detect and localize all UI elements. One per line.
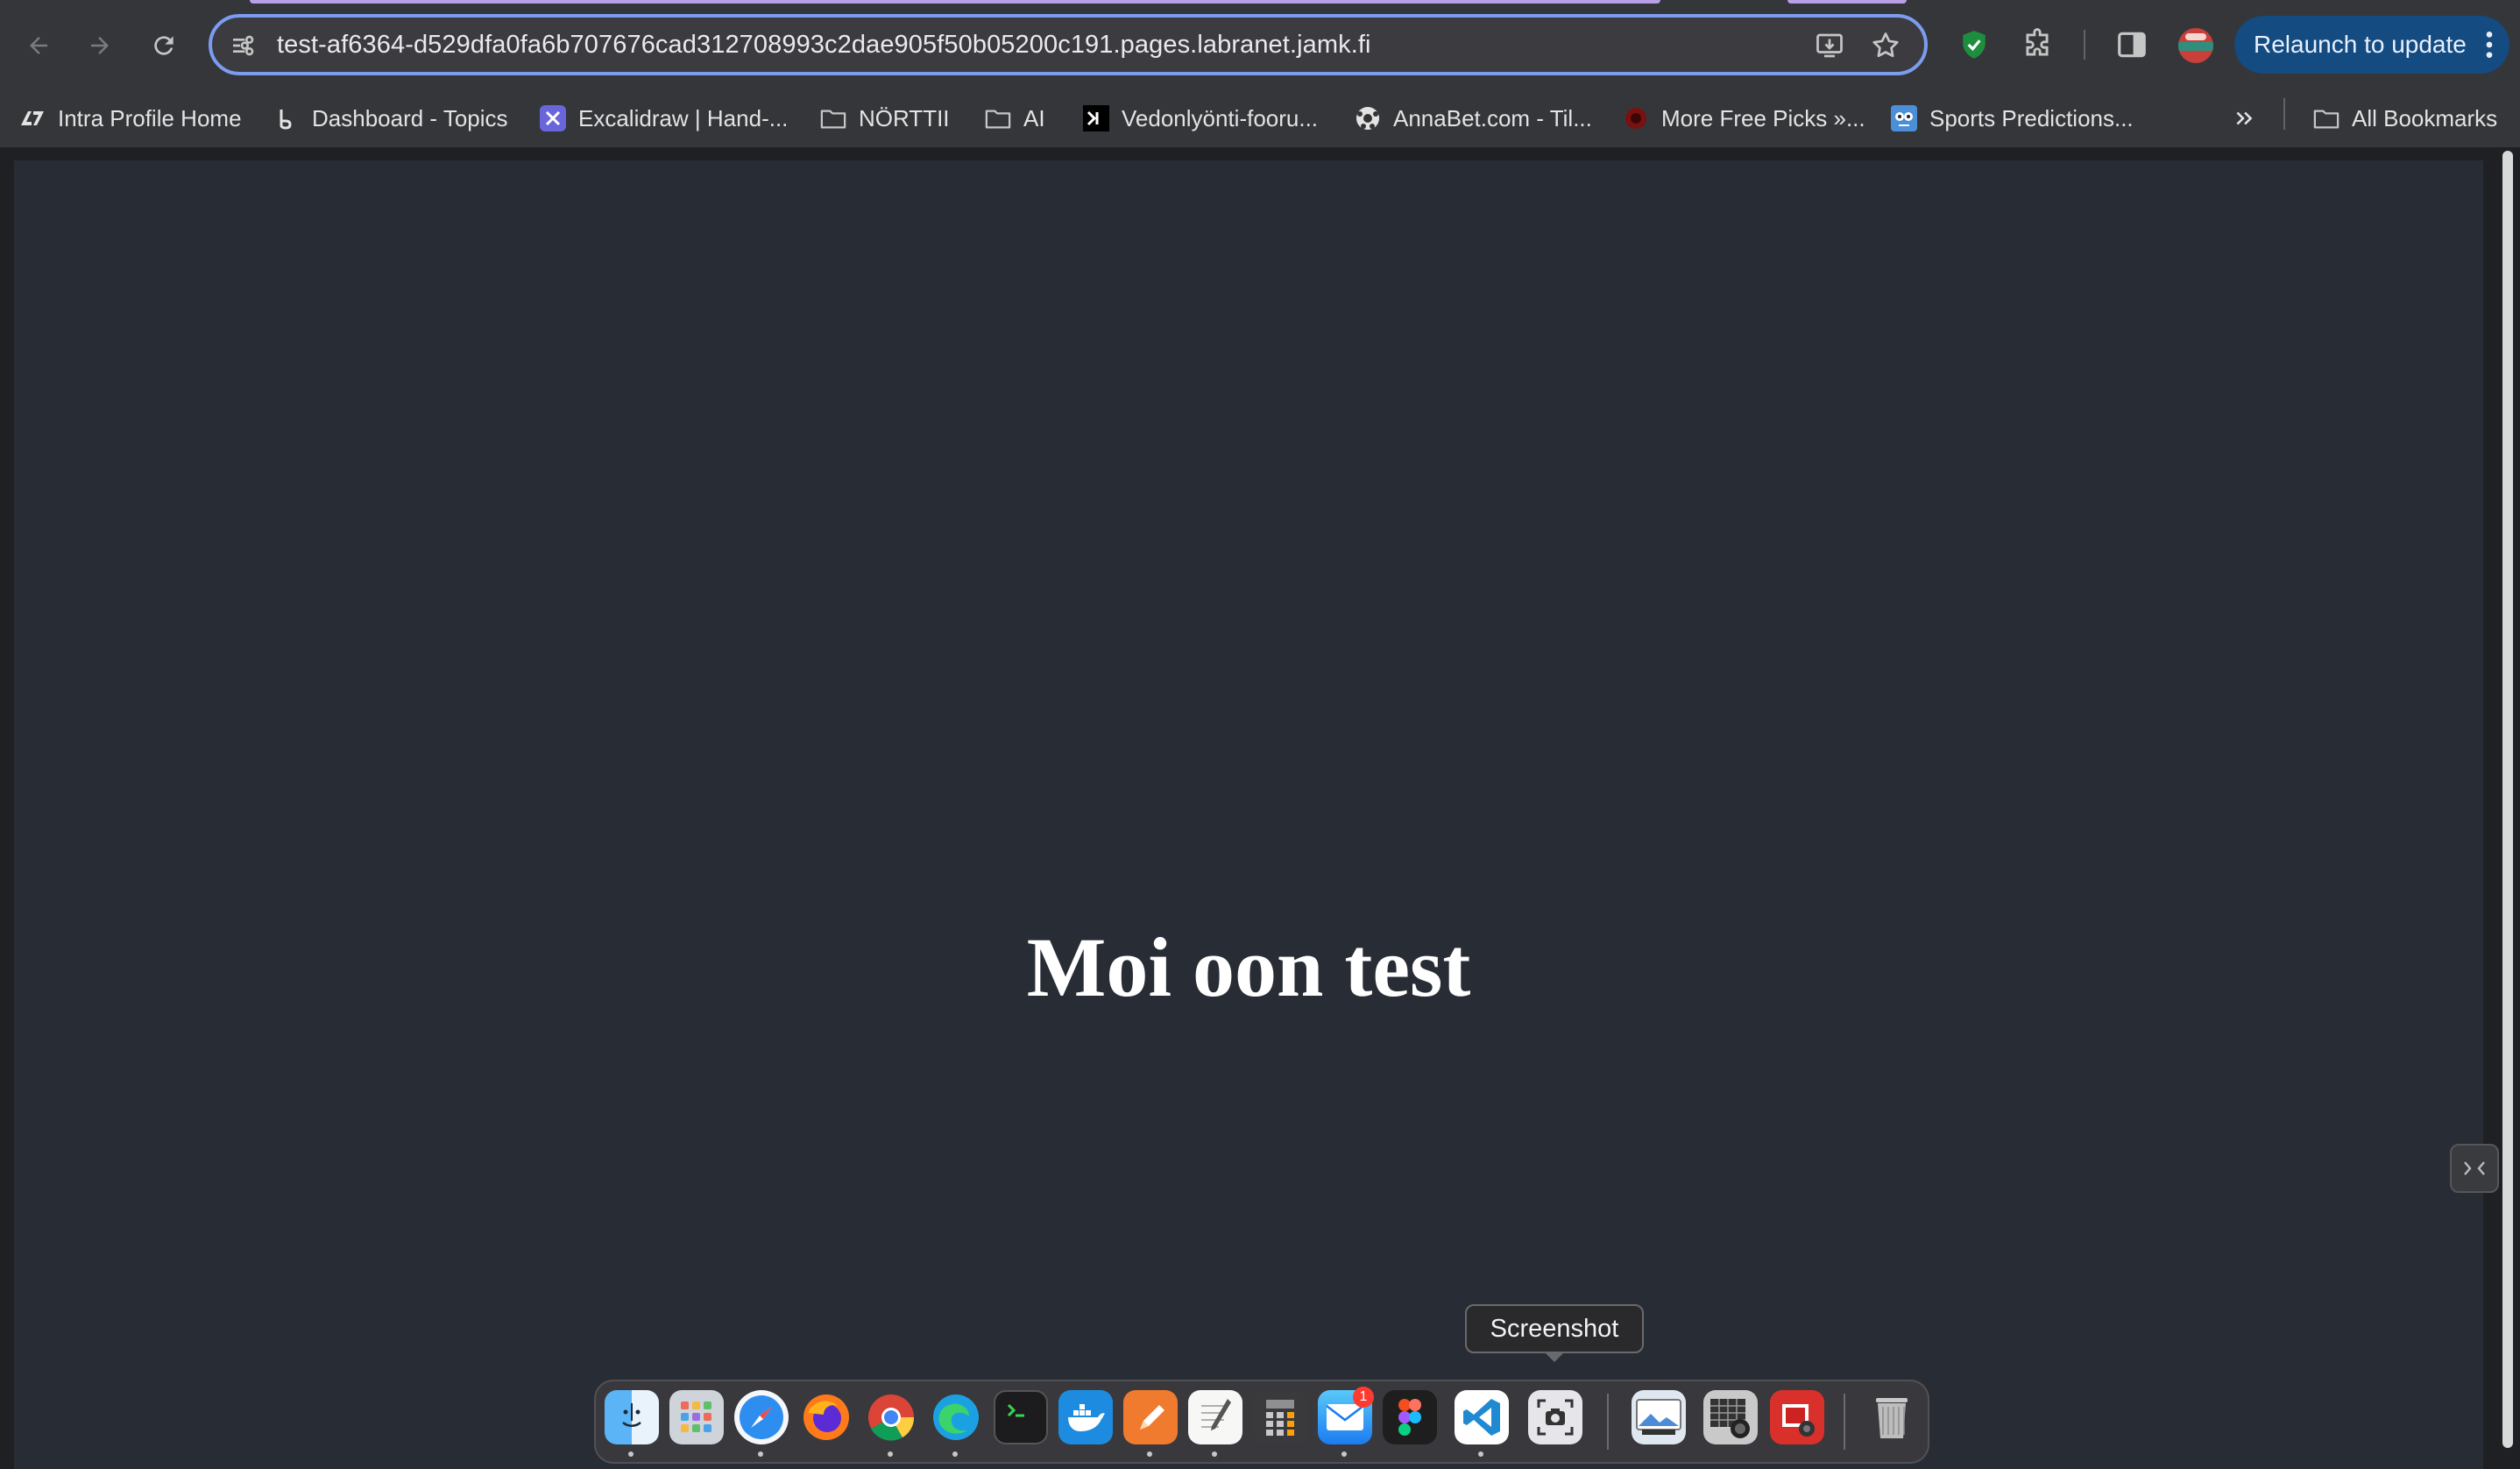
textedit-icon[interactable] [1188, 1390, 1242, 1444]
relaunch-to-update-button[interactable]: Relaunch to update [2234, 16, 2509, 74]
running-indicator [952, 1451, 958, 1457]
shield-extension-icon[interactable] [1957, 28, 1991, 66]
bookmark-label: AnnaBet.com - Til... [1393, 104, 1592, 131]
bookmark-vedonlyonti[interactable]: Vedonlyönti-fooru... [1083, 89, 1318, 147]
dock-divider [1844, 1394, 1845, 1450]
folder-icon [2313, 105, 2339, 131]
page-heading: Moi oon test [1026, 920, 1471, 1014]
forward-arrow-icon [91, 37, 109, 54]
code-brackets-icon [2464, 1161, 2485, 1175]
running-indicator [758, 1451, 763, 1457]
page-scrollbar[interactable] [2502, 151, 2513, 1448]
edge-icon[interactable] [929, 1390, 983, 1444]
image-capture-icon[interactable] [1703, 1390, 1758, 1444]
bookmark-label: Intra Profile Home [58, 104, 242, 131]
bookmark-star-icon[interactable] [1870, 30, 1901, 66]
vscode-icon[interactable] [1455, 1390, 1509, 1444]
soccer-ball-icon [1355, 105, 1381, 131]
bookmark-intra-profile-home[interactable]: Intra Profile Home [19, 89, 242, 147]
docker-icon[interactable] [1058, 1390, 1113, 1444]
trash-icon[interactable] [1865, 1390, 1919, 1444]
relaunch-label: Relaunch to update [2254, 31, 2467, 58]
bookmark-label: Excalidraw | Hand-... [578, 104, 789, 131]
web-page: Moi oon test [14, 160, 2483, 1469]
bookmark-label: NÖRTTII [859, 104, 950, 131]
preview-icon[interactable] [1632, 1390, 1686, 1444]
dock-divider [1607, 1394, 1609, 1450]
address-bar[interactable]: test-af6364-d529dfa0fa6b707676cad3127089… [209, 14, 1928, 75]
bookmarks-divider [2283, 98, 2285, 130]
bookmark-label: AI [1023, 104, 1045, 131]
extensions-puzzle-icon[interactable] [2021, 28, 2054, 66]
running-indicator [1212, 1451, 1217, 1457]
folder-icon [820, 105, 846, 131]
double-chevron-right-icon [2231, 105, 2257, 131]
calculator-icon[interactable] [1253, 1390, 1307, 1444]
kebab-menu-icon [2485, 30, 2494, 66]
all-bookmarks-label: All Bookmarks [2352, 104, 2498, 131]
safari-icon[interactable] [734, 1390, 789, 1444]
running-indicator [1478, 1451, 1483, 1457]
bookmark-annabet[interactable]: AnnaBet.com - Til... [1355, 89, 1592, 147]
bookmark-label: Vedonlyönti-fooru... [1122, 104, 1319, 131]
profile-avatar[interactable] [2178, 28, 2213, 63]
back-button[interactable] [19, 26, 58, 65]
tab-strip-indicator [250, 0, 1660, 4]
tab-strip-indicator [1787, 0, 1907, 4]
bookmarks-overflow-button[interactable] [2231, 89, 2269, 147]
reload-icon [154, 36, 173, 55]
running-indicator [628, 1451, 634, 1457]
screenshot-app-icon[interactable] [1528, 1390, 1582, 1444]
dock-tooltip: Screenshot [1465, 1304, 1644, 1353]
photo-booth-icon[interactable] [1770, 1390, 1824, 1444]
all-bookmarks-button[interactable]: All Bookmarks [2313, 89, 2497, 147]
bookmark-label: Sports Predictions... [1929, 104, 2134, 131]
firefox-icon[interactable] [799, 1390, 853, 1444]
floating-side-widget[interactable] [2450, 1144, 2499, 1193]
launchpad-icon[interactable] [669, 1390, 724, 1444]
folder-icon [985, 105, 1011, 131]
bookmark-folder-ai[interactable]: AI [985, 89, 1045, 147]
back-arrow-icon [30, 37, 47, 54]
terminal-app-icon[interactable] [994, 1390, 1048, 1444]
browser-toolbar: test-af6364-d529dfa0fa6b707676cad3127089… [0, 0, 2520, 89]
site-icon [1623, 105, 1649, 131]
toolbar-divider [2084, 30, 2085, 60]
bookmark-dashboard-topics[interactable]: Dashboard - Topics [273, 89, 508, 147]
running-indicator [888, 1451, 893, 1457]
bookmark-label: Dashboard - Topics [312, 104, 508, 131]
intra-logo-icon [19, 105, 46, 131]
tooltip-arrow [1544, 1352, 1565, 1362]
bookmark-excalidraw[interactable]: Excalidraw | Hand-... [540, 89, 788, 147]
bookmark-label: More Free Picks »... [1661, 104, 1865, 131]
mail-unread-badge: 1 [1353, 1387, 1374, 1408]
finder-icon[interactable] [605, 1390, 659, 1444]
dashboard-icon [273, 105, 300, 131]
running-indicator [1147, 1451, 1152, 1457]
bookmark-folder-nortti[interactable]: NÖRTTII [820, 89, 950, 147]
side-panel-icon[interactable] [2115, 28, 2148, 66]
robot-icon [1891, 105, 1917, 131]
bookmark-sports-predictions[interactable]: Sports Predictions... [1891, 89, 2134, 147]
running-indicator [1341, 1451, 1347, 1457]
terminal-icon [1083, 105, 1109, 131]
reload-button[interactable] [145, 26, 183, 65]
forward-button[interactable] [81, 26, 119, 65]
figma-icon[interactable] [1383, 1390, 1437, 1444]
url-text[interactable]: test-af6364-d529dfa0fa6b707676cad3127089… [277, 31, 1371, 60]
install-app-icon[interactable] [1814, 30, 1845, 66]
excalidraw-icon [540, 105, 566, 131]
pages-icon[interactable] [1123, 1390, 1178, 1444]
chrome-icon[interactable] [864, 1390, 918, 1444]
bookmarks-bar: Intra Profile Home Dashboard - Topics Ex… [0, 89, 2520, 147]
bookmark-more-free-picks[interactable]: More Free Picks »... [1623, 89, 1865, 147]
site-info-icon[interactable] [230, 32, 258, 64]
